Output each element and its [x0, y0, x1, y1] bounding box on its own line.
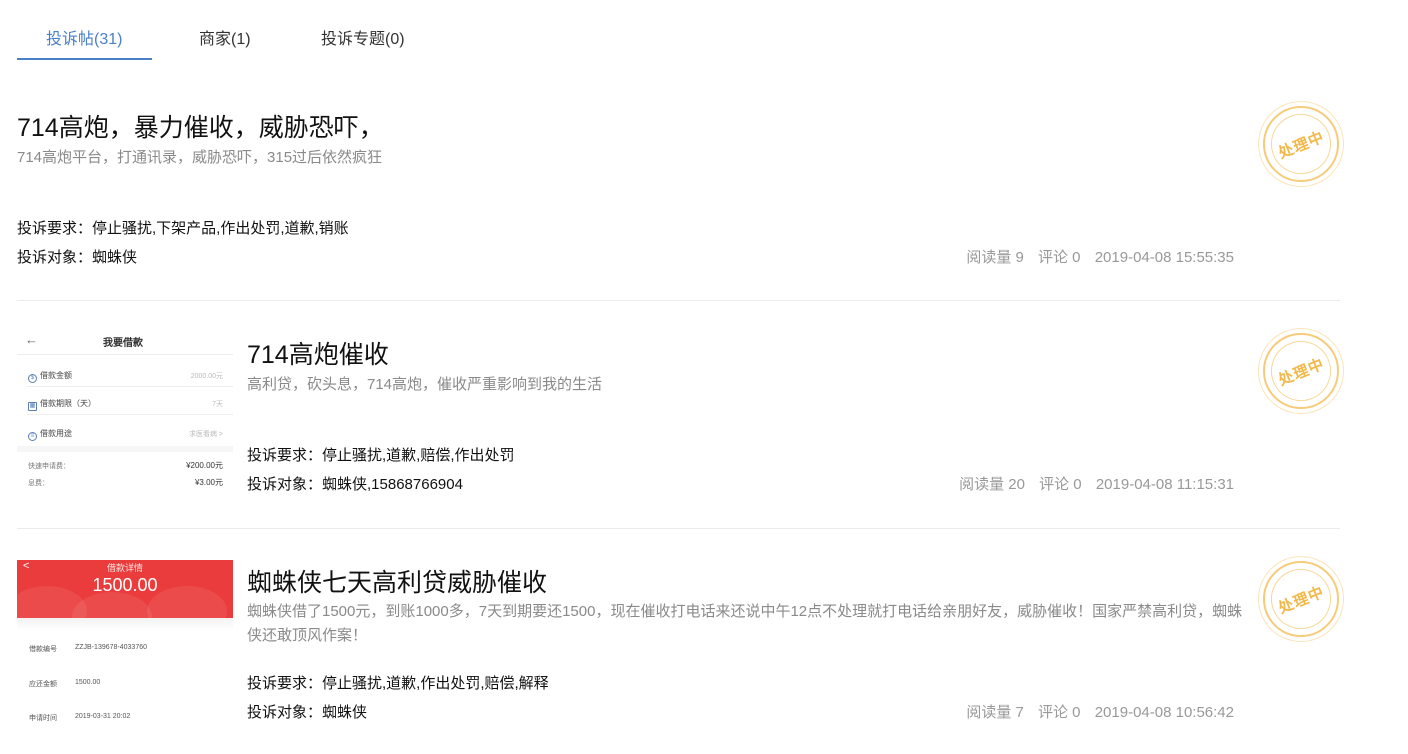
back-arrow-icon: ←: [25, 332, 38, 347]
post-time: 2019-04-08 15:55:35: [1094, 249, 1234, 266]
post-target: 投诉对象：蜘蛛侠: [17, 249, 138, 266]
complaint-post[interactable]: 714高炮，暴力催收，威胁恐吓， 714高炮平台，打通讯录，威胁恐吓，315过后…: [17, 60, 1341, 301]
status-label: 处理中: [1261, 104, 1341, 184]
thumb-row-value: ZZJB-139678-4033760: [75, 644, 147, 651]
thumb-banner: < 借款详情 1500.00: [17, 560, 233, 618]
read-count: 阅读量 7: [966, 704, 1024, 721]
thumb-row-amount: $ 借款金额: [28, 370, 72, 383]
tab-topics[interactable]: 投诉专题(0): [321, 25, 405, 49]
post-thumbnail[interactable]: ← 我要借款 $ 借款金额 2000.00元 ▦ 借款期限（天） 7天 ≡ 借款用途 …: [17, 328, 233, 498]
thumb-row-term: ▦ 借款期限（天）: [28, 399, 96, 411]
post-meta: 阅读量 7 评论 0 2019-04-08 10:56:42: [956, 701, 1234, 722]
calendar-icon: ▦: [28, 402, 37, 411]
thumb-fee-label: 快速申请费：: [28, 463, 70, 470]
post-summary: 高利贷，砍头息，714高炮，催收严重影响到我的生活: [247, 376, 603, 393]
status-stamp: 处理中: [1261, 559, 1341, 639]
post-meta: 阅读量 9 评论 0 2019-04-08 15:55:35: [956, 246, 1234, 267]
thumb-divider: [27, 386, 233, 387]
thumb-divider: [17, 446, 233, 452]
thumb-title: 我要借款: [103, 338, 143, 349]
post-time: 2019-04-08 11:15:31: [1095, 476, 1234, 493]
tab-bar: 投诉帖(31) 商家(1) 投诉专题(0): [17, 0, 1340, 60]
thumb-fee-value: ¥3.00元: [194, 478, 223, 487]
post-title[interactable]: 714高炮催收: [247, 335, 389, 371]
status-label: 处理中: [1261, 559, 1341, 639]
complaint-post[interactable]: ← 我要借款 $ 借款金额 2000.00元 ▦ 借款期限（天） 7天 ≡ 借款用途 …: [17, 300, 1341, 529]
status-stamp: 处理中: [1261, 104, 1341, 184]
post-summary: 714高炮平台，打通讯录，威胁恐吓，315过后依然疯狂: [17, 149, 383, 166]
thumb-row-value: 1500.00: [75, 679, 101, 686]
read-count: 阅读量 20: [959, 476, 1025, 493]
thumb-row-label: 申请时间: [29, 715, 57, 722]
thumb-amount: 1500.00: [92, 575, 158, 595]
tab-complaints[interactable]: 投诉帖(31): [46, 25, 122, 49]
thumb-row-value: 求医看病 >: [188, 431, 223, 438]
read-count: 阅读量 9: [966, 249, 1024, 266]
thumb-fee-label: 息费：: [28, 480, 49, 487]
post-target: 投诉对象：蜘蛛侠,15868766904: [247, 476, 463, 493]
comment-count: 评论 0: [1038, 704, 1081, 721]
post-meta: 阅读量 20 评论 0 2019-04-08 11:15:31: [949, 473, 1234, 494]
tab-merchants[interactable]: 商家(1): [199, 25, 251, 49]
thumb-fee-value: ¥200.00元: [186, 461, 223, 470]
coin-icon: $: [28, 374, 37, 383]
post-requirement: 投诉要求：停止骚扰,下架产品,作出处罚,道歉,销账: [17, 220, 349, 237]
post-target: 投诉对象：蜘蛛侠: [247, 704, 368, 721]
list-icon: ≡: [28, 432, 37, 441]
thumb-header: ← 我要借款: [17, 328, 233, 354]
thumb-row-purpose: ≡ 借款用途: [28, 428, 72, 441]
thumb-divider: [17, 354, 233, 355]
comment-count: 评论 0: [1038, 249, 1081, 266]
thumb-header: 借款详情: [107, 563, 144, 573]
back-arrow-icon: <: [23, 560, 30, 572]
complaint-post[interactable]: < 借款详情 1500.00 借款编号 ZZJB-139678-4033760 …: [17, 528, 1341, 754]
comment-count: 评论 0: [1039, 476, 1082, 493]
thumb-divider: [27, 414, 233, 415]
status-stamp: 处理中: [1261, 331, 1341, 411]
status-label: 处理中: [1261, 331, 1341, 411]
post-time: 2019-04-08 10:56:42: [1094, 704, 1234, 721]
post-requirement: 投诉要求：停止骚扰,道歉,作出处罚,赔偿,解释: [247, 675, 549, 692]
post-summary: 蜘蛛侠借了1500元，到账1000多，7天到期要还1500，现在催收打电话来还说…: [247, 603, 1243, 644]
post-title[interactable]: 714高炮，暴力催收，威胁恐吓，: [17, 108, 384, 144]
post-requirement: 投诉要求：停止骚扰,道歉,赔偿,作出处罚: [247, 447, 515, 464]
post-title[interactable]: 蜘蛛侠七天高利贷威胁催收: [247, 563, 547, 599]
thumb-row-label: 借款编号: [29, 646, 57, 653]
thumb-row-label: 应还金额: [29, 681, 57, 688]
thumb-row-value: 2000.00元: [190, 373, 223, 380]
post-thumbnail[interactable]: < 借款详情 1500.00 借款编号 ZZJB-139678-4033760 …: [17, 560, 233, 754]
thumb-row-value: 2019-03-31 20:02: [75, 713, 131, 720]
thumb-row-value: 7天: [212, 401, 223, 408]
